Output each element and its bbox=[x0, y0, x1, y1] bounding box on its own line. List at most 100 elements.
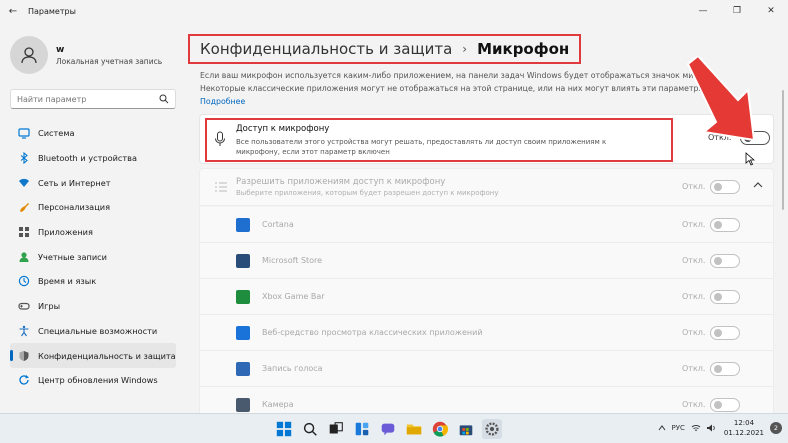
app-name: Cortana bbox=[262, 220, 294, 229]
app-icon bbox=[236, 326, 250, 340]
file-explorer-icon[interactable] bbox=[404, 419, 424, 439]
search-icon[interactable] bbox=[300, 419, 320, 439]
apps-icon bbox=[18, 226, 30, 238]
sidebar-item-bluetooth[interactable]: Bluetooth и устройства bbox=[10, 146, 176, 171]
brush-icon bbox=[18, 201, 30, 213]
app-toggle[interactable] bbox=[710, 290, 740, 304]
app-name: Камера bbox=[262, 400, 294, 409]
scroll-thumb[interactable] bbox=[782, 90, 784, 210]
description-text: Если ваш микрофон используется каким-либ… bbox=[200, 71, 711, 93]
app-state: Откл. bbox=[682, 220, 706, 229]
search-input[interactable] bbox=[17, 94, 147, 104]
app-toggle[interactable] bbox=[710, 218, 740, 232]
chrome-icon[interactable] bbox=[430, 419, 450, 439]
app-icon bbox=[236, 398, 250, 412]
scrollbar[interactable] bbox=[778, 70, 788, 413]
chevron-up-icon[interactable] bbox=[658, 424, 666, 432]
sidebar-item-update[interactable]: Центр обновления Windows bbox=[10, 368, 176, 393]
app-icon bbox=[236, 218, 250, 232]
update-icon bbox=[18, 374, 30, 386]
sidebar: w Локальная учетная запись Система Blueto… bbox=[0, 22, 188, 413]
settings-icon[interactable] bbox=[482, 419, 502, 439]
sidebar-item-label: Специальные возможности bbox=[38, 325, 158, 336]
list-icon bbox=[215, 182, 227, 192]
app-access-card: Разрешить приложениям доступ к микрофону… bbox=[199, 168, 774, 206]
app-toggle[interactable] bbox=[710, 398, 740, 412]
notification-badge[interactable]: 2 bbox=[770, 422, 782, 434]
sidebar-item-monitor[interactable]: Система bbox=[10, 121, 176, 146]
sidebar-item-accessibility[interactable]: Специальные возможности bbox=[10, 319, 176, 344]
breadcrumb: Конфиденциальность и защита › Микрофон bbox=[188, 34, 582, 64]
accessibility-icon bbox=[18, 325, 30, 337]
chat-icon[interactable] bbox=[378, 419, 398, 439]
sidebar-item-label: Bluetooth и устройства bbox=[38, 153, 138, 164]
close-icon[interactable]: ✕ bbox=[754, 0, 788, 22]
sidebar-item-globe-clock[interactable]: Время и язык bbox=[10, 269, 176, 294]
app-toggle[interactable] bbox=[710, 326, 740, 340]
app-toggle[interactable] bbox=[710, 254, 740, 268]
account-type: Локальная учетная запись bbox=[56, 56, 163, 66]
app-state: Откл. bbox=[682, 328, 706, 337]
monitor-icon bbox=[18, 127, 30, 139]
sidebar-item-wifi[interactable]: Сеть и Интернет bbox=[10, 170, 176, 195]
sidebar-item-label: Игры bbox=[38, 301, 61, 312]
volume-icon[interactable] bbox=[706, 423, 716, 433]
sidebar-item-brush[interactable]: Персонализация bbox=[10, 195, 176, 220]
chevron-up-icon[interactable] bbox=[752, 179, 764, 191]
back-icon[interactable]: ← bbox=[2, 6, 24, 17]
person-icon bbox=[21, 47, 37, 64]
sidebar-item-gamepad[interactable]: Игры bbox=[10, 294, 176, 319]
app-state: Откл. bbox=[682, 292, 706, 301]
app-row: Xbox Game Bar Откл. bbox=[199, 279, 774, 315]
breadcrumb-section[interactable]: Конфиденциальность и защита bbox=[200, 40, 452, 58]
app-toggle[interactable] bbox=[710, 362, 740, 376]
learn-more-link[interactable]: Подробнее bbox=[200, 97, 245, 106]
app-list: Cortana Откл. Microsoft Store Откл. Xbox Gam… bbox=[199, 207, 774, 423]
app-state: Откл. bbox=[682, 400, 706, 409]
app-row: Microsoft Store Откл. bbox=[199, 243, 774, 279]
app-access-state: Откл. bbox=[682, 182, 706, 191]
app-row: Веб-средство просмотра классических прил… bbox=[199, 315, 774, 351]
widgets-icon[interactable] bbox=[352, 419, 372, 439]
sidebar-item-account[interactable]: Учетные записи bbox=[10, 244, 176, 269]
mouse-cursor-icon bbox=[745, 152, 755, 166]
title-bar: ← Параметры — ❐ ✕ bbox=[0, 0, 788, 22]
page-description: Если ваш микрофон используется каким-либ… bbox=[200, 69, 740, 108]
bluetooth-icon bbox=[18, 152, 30, 165]
windows-start-icon[interactable] bbox=[274, 419, 294, 439]
microphone-access-subtitle: Все пользователи этого устройства могут … bbox=[236, 138, 607, 156]
globe-clock-icon bbox=[18, 275, 30, 287]
window-controls: — ❐ ✕ bbox=[686, 0, 788, 22]
sidebar-item-apps[interactable]: Приложения bbox=[10, 220, 176, 245]
wifi-icon[interactable] bbox=[691, 423, 701, 433]
search-icon bbox=[159, 94, 169, 104]
app-access-toggle[interactable] bbox=[710, 180, 740, 194]
chevron-right-icon: › bbox=[462, 42, 468, 56]
app-name: Веб-средство просмотра классических прил… bbox=[262, 328, 483, 337]
app-row: Запись голоса Откл. bbox=[199, 351, 774, 387]
microphone-icon bbox=[215, 131, 225, 146]
app-name: Microsoft Store bbox=[262, 256, 323, 265]
app-state: Откл. bbox=[682, 256, 706, 265]
clock[interactable]: 12:04 01.12.2021 bbox=[724, 418, 764, 438]
maximize-icon[interactable]: ❐ bbox=[720, 0, 754, 22]
user-profile[interactable]: w Локальная учетная запись bbox=[10, 36, 162, 74]
wifi-icon bbox=[18, 177, 30, 189]
sidebar-item-label: Сеть и Интернет bbox=[38, 177, 111, 188]
app-icon bbox=[236, 254, 250, 268]
shield-icon bbox=[18, 350, 30, 362]
clock-date: 01.12.2021 bbox=[723, 429, 764, 437]
app-access-title: Разрешить приложениям доступ к микрофону bbox=[236, 177, 446, 187]
avatar bbox=[10, 36, 48, 74]
task-view-icon[interactable] bbox=[326, 419, 346, 439]
minimize-icon[interactable]: — bbox=[686, 0, 720, 22]
sidebar-item-shield[interactable]: Конфиденциальность и защита bbox=[10, 343, 176, 368]
user-name: w bbox=[56, 44, 65, 55]
taskbar-icons bbox=[274, 419, 508, 439]
taskbar: РУС 12:04 01.12.2021 2 bbox=[0, 413, 788, 443]
language-indicator[interactable]: РУС bbox=[672, 424, 685, 432]
app-access-subtitle: Выберите приложения, которым будет разре… bbox=[236, 189, 499, 197]
store-icon[interactable] bbox=[456, 419, 476, 439]
search-box[interactable] bbox=[10, 89, 176, 109]
clock-time: 12:04 bbox=[733, 419, 755, 427]
